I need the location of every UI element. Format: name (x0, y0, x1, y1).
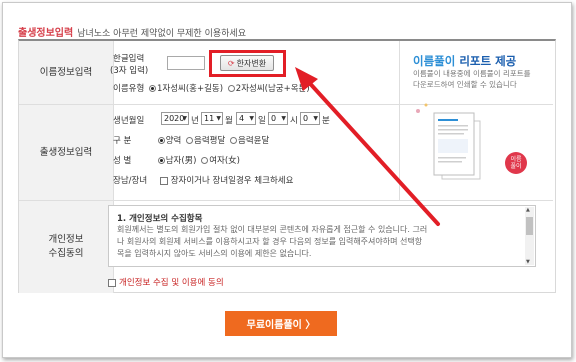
annotation-arrow (295, 67, 440, 226)
arrow-shaft (303, 76, 440, 226)
